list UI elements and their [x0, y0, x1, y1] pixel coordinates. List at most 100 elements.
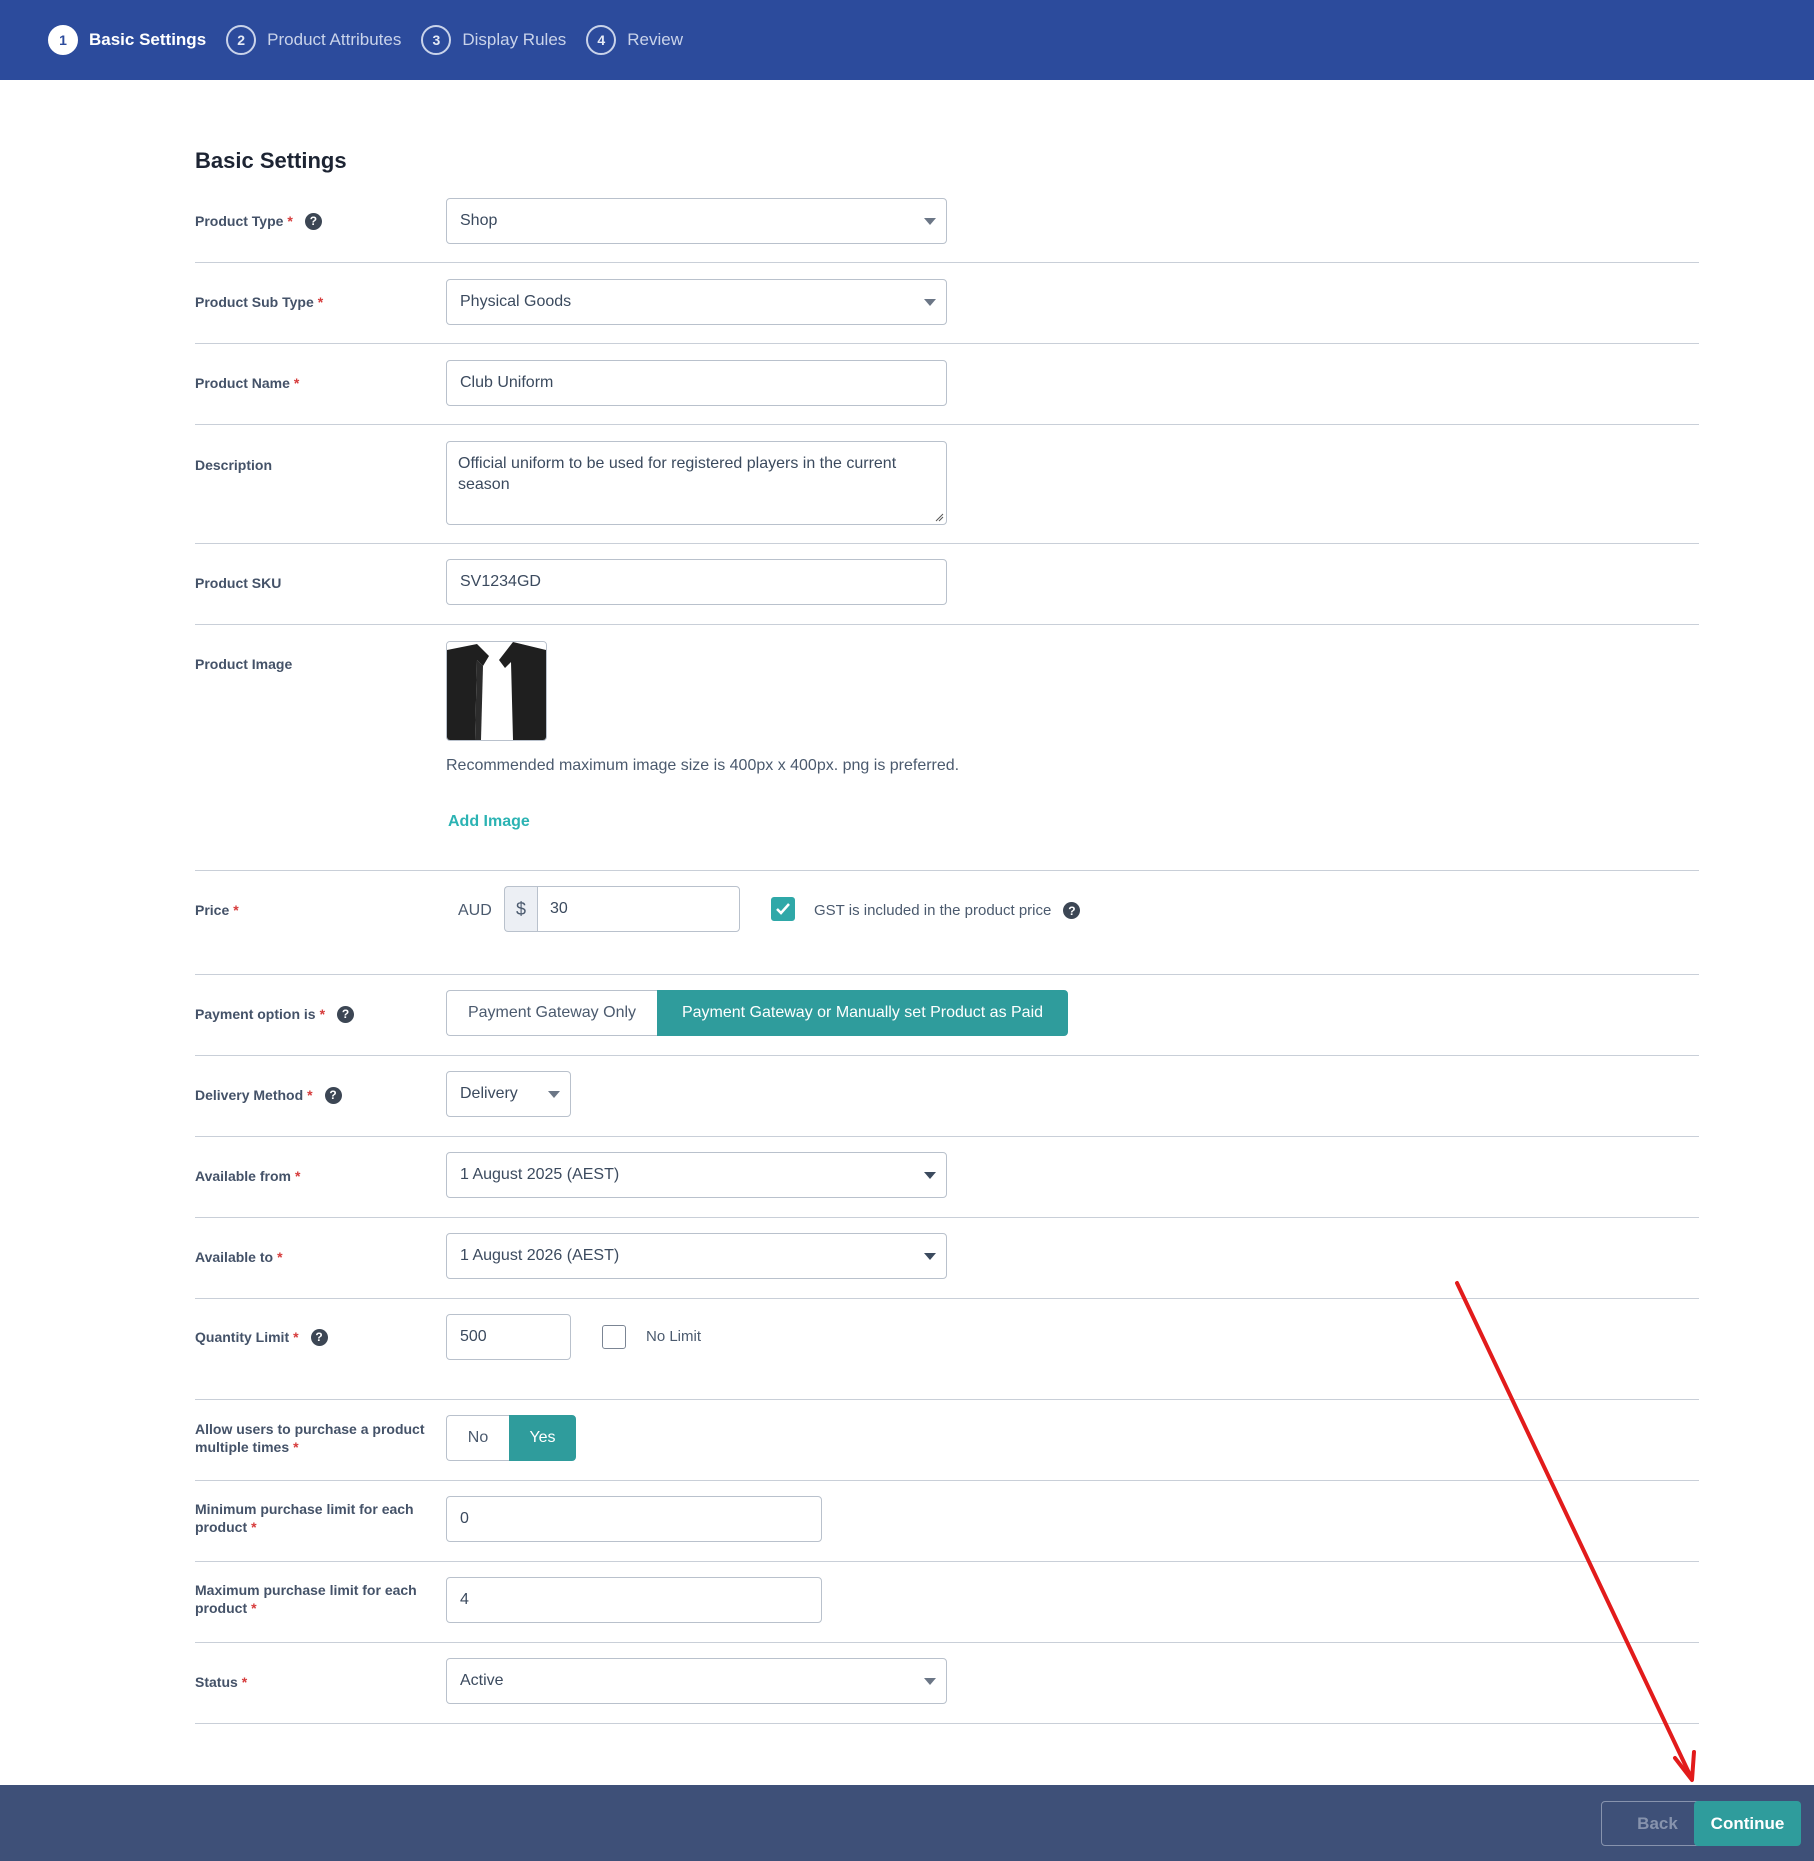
required-mark: *: [293, 1439, 299, 1455]
max-purchase-input[interactable]: 4: [446, 1577, 822, 1623]
available-from-label: Available from *: [195, 1167, 300, 1185]
currency-symbol: $: [504, 886, 537, 932]
input-value: 500: [460, 1328, 487, 1345]
step-review[interactable]: 4 Review: [586, 25, 683, 55]
row-status: Status * Active: [195, 1643, 1699, 1724]
description-label: Description: [195, 456, 272, 474]
input-value: 4: [460, 1591, 469, 1608]
row-min-purchase: Minimum purchase limit for each product *…: [195, 1481, 1699, 1562]
uniform-image: [447, 642, 546, 740]
step-product-attributes[interactable]: 2 Product Attributes: [226, 25, 401, 55]
add-image-link[interactable]: Add Image: [448, 813, 530, 831]
available-to-select[interactable]: 1 August 2026 (AEST): [446, 1233, 947, 1279]
label-text: Description: [195, 457, 273, 473]
product-image-thumbnail[interactable]: [446, 641, 547, 741]
status-select[interactable]: Active: [446, 1658, 947, 1704]
resize-handle-icon[interactable]: [934, 512, 944, 522]
required-mark: *: [241, 1674, 248, 1690]
checkmark-icon: [776, 903, 790, 915]
chevron-down-icon: [924, 1172, 936, 1179]
section-title: Basic Settings: [195, 148, 347, 173]
required-mark: *: [287, 213, 293, 229]
no-limit-checkbox[interactable]: [602, 1325, 626, 1349]
gst-included-checkbox[interactable]: [771, 897, 795, 921]
payment-option-toggle: Payment Gateway Only Payment Gateway or …: [446, 990, 1068, 1036]
multiple-purchase-label: Allow users to purchase a product multip…: [195, 1420, 425, 1456]
delivery-method-select[interactable]: Delivery: [446, 1071, 571, 1117]
required-mark: *: [251, 1600, 257, 1616]
required-mark: *: [251, 1519, 257, 1535]
row-delivery-method: Delivery Method *? Delivery: [195, 1056, 1699, 1137]
help-icon[interactable]: ?: [337, 1005, 355, 1023]
step-display-rules[interactable]: 3 Display Rules: [421, 25, 566, 55]
multiple-purchase-yes[interactable]: Yes: [509, 1415, 576, 1461]
help-icon[interactable]: ?: [304, 212, 322, 230]
gst-label: GST is included in the product price?: [814, 902, 1081, 919]
row-available-to: Available to * 1 August 2026 (AEST): [195, 1218, 1699, 1299]
payment-gateway-only-option[interactable]: Payment Gateway Only: [446, 990, 657, 1036]
price-input[interactable]: 30: [537, 886, 740, 932]
label-text: Product Name: [195, 375, 290, 391]
quantity-limit-label: Quantity Limit *?: [195, 1328, 328, 1346]
input-value: 30: [550, 900, 568, 917]
status-label: Status *: [195, 1673, 247, 1691]
help-icon[interactable]: ?: [1063, 902, 1081, 919]
multiple-purchase-no[interactable]: No: [446, 1415, 509, 1461]
label-text: Product SKU: [195, 575, 282, 591]
step-basic-settings[interactable]: 1 Basic Settings: [48, 25, 206, 55]
required-mark: *: [293, 375, 300, 391]
available-to-label: Available to *: [195, 1248, 283, 1266]
label-text: Price: [195, 902, 230, 918]
min-purchase-input[interactable]: 0: [446, 1496, 822, 1542]
step-number: 1: [48, 25, 78, 55]
label-line-1: Maximum purchase limit for each: [195, 1582, 417, 1598]
product-sku-label: Product SKU: [195, 574, 281, 592]
select-value: Active: [460, 1672, 504, 1689]
input-value: 0: [460, 1510, 469, 1527]
input-value: SV1234GD: [460, 573, 541, 590]
required-mark: *: [294, 1168, 301, 1184]
select-value: 1 August 2025 (AEST): [460, 1166, 620, 1183]
label-line-1: Minimum purchase limit for each: [195, 1501, 414, 1517]
required-mark: *: [307, 1087, 313, 1103]
gst-label-text: GST is included in the product price: [814, 902, 1052, 919]
row-available-from: Available from * 1 August 2025 (AEST): [195, 1137, 1699, 1218]
row-product-image: Product Image Recommended maximum image …: [195, 625, 1699, 871]
label-line-2: multiple times: [195, 1439, 290, 1455]
product-name-input[interactable]: Club Uniform: [446, 360, 947, 406]
label-text: Product Image: [195, 656, 293, 672]
row-product-name: Product Name * Club Uniform: [195, 344, 1699, 425]
product-sku-input[interactable]: SV1234GD: [446, 559, 947, 605]
payment-gateway-or-manual-option[interactable]: Payment Gateway or Manually set Product …: [657, 990, 1068, 1036]
select-value: Delivery: [460, 1085, 518, 1102]
label-text: Product Type: [195, 213, 284, 229]
help-icon[interactable]: ?: [324, 1086, 342, 1104]
product-type-select[interactable]: Shop: [446, 198, 947, 244]
multiple-purchase-toggle: No Yes: [446, 1415, 576, 1461]
chevron-down-icon: [548, 1091, 560, 1098]
description-textarea[interactable]: Official uniform to be used for register…: [446, 441, 947, 525]
wizard-stepper: 1 Basic Settings 2 Product Attributes 3 …: [0, 0, 1814, 80]
label-line-2: product: [195, 1600, 248, 1616]
continue-button[interactable]: Continue: [1694, 1801, 1801, 1846]
available-from-select[interactable]: 1 August 2025 (AEST): [446, 1152, 947, 1198]
required-mark: *: [317, 294, 324, 310]
required-mark: *: [293, 1329, 299, 1345]
footer-bar: [0, 1785, 1814, 1861]
product-type-label: Product Type *?: [195, 212, 322, 230]
step-label: Review: [627, 30, 684, 49]
label-text: Available from: [195, 1168, 291, 1184]
product-sub-type-select[interactable]: Physical Goods: [446, 279, 947, 325]
label-text: Delivery Method: [195, 1087, 304, 1103]
quantity-limit-input[interactable]: 500: [446, 1314, 571, 1360]
help-icon[interactable]: ?: [310, 1328, 328, 1346]
label-text: Product Sub Type: [195, 294, 314, 310]
select-value: Shop: [460, 212, 498, 229]
payment-option-label: Payment option is *?: [195, 1005, 355, 1023]
row-payment-option: Payment option is *? Payment Gateway Only…: [195, 975, 1699, 1056]
label-text: Quantity Limit: [195, 1329, 290, 1345]
product-name-label: Product Name *: [195, 374, 299, 392]
step-number: 3: [421, 25, 452, 55]
row-product-sub-type: Product Sub Type * Physical Goods: [195, 263, 1699, 344]
required-mark: *: [319, 1006, 326, 1022]
